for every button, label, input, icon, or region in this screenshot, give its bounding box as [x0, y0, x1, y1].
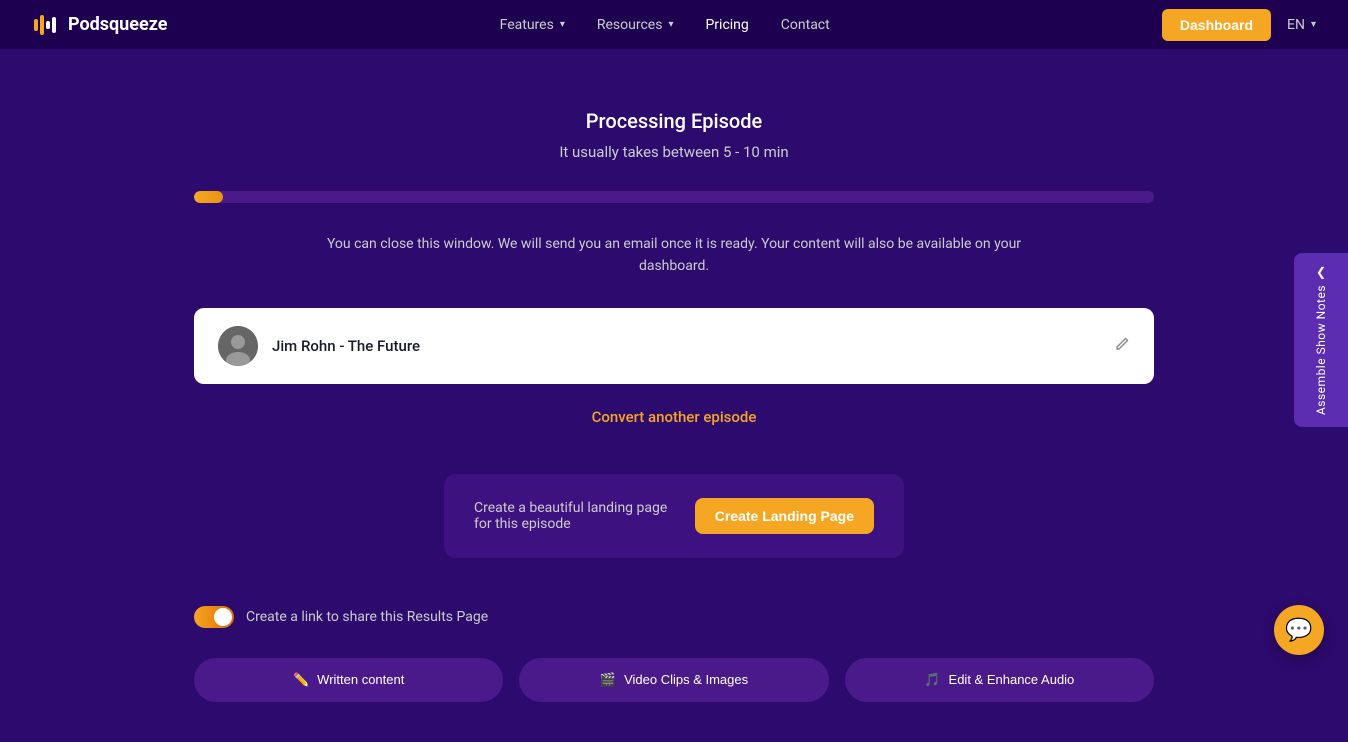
dashboard-button[interactable]: Dashboard	[1162, 9, 1271, 41]
nav-contact[interactable]: Contact	[781, 17, 830, 33]
share-row: Create a link to share this Results Page	[194, 606, 1154, 628]
language-selector[interactable]: EN ▾	[1287, 17, 1316, 33]
chat-icon: 💬	[1285, 618, 1312, 643]
logo-text: Podsqueeze	[68, 14, 167, 35]
edit-audio-button[interactable]: 🎵 Edit & Enhance Audio	[845, 658, 1154, 702]
video-clips-button[interactable]: 🎬 Video Clips & Images	[519, 658, 828, 702]
chat-button[interactable]: 💬	[1274, 605, 1324, 655]
logo[interactable]: Podsqueeze	[32, 11, 167, 39]
side-panel-label: Assemble Show Notes	[1314, 284, 1328, 414]
logo-icon	[32, 11, 60, 39]
processing-title: Processing Episode	[586, 109, 762, 133]
toggle-knob	[214, 608, 232, 626]
convert-link[interactable]: Convert another episode	[592, 408, 757, 426]
nav-pricing[interactable]: Pricing	[705, 17, 748, 33]
lang-chevron-icon: ▾	[1311, 19, 1316, 30]
side-chevron-icon: ❮	[1316, 264, 1326, 278]
bottom-buttons: ✏️ Written content 🎬 Video Clips & Image…	[194, 658, 1154, 702]
written-content-button[interactable]: ✏️ Written content	[194, 658, 503, 702]
video-icon: 🎬	[600, 672, 616, 688]
episode-name: Jim Rohn - The Future	[272, 337, 1100, 355]
nav-right: Dashboard EN ▾	[1162, 9, 1316, 41]
processing-subtitle: It usually takes between 5 - 10 min	[559, 143, 788, 161]
share-toggle[interactable]	[194, 606, 234, 628]
nav-resources[interactable]: Resources ▾	[597, 17, 674, 33]
navbar: Podsqueeze Features ▾ Resources ▾ Pricin…	[0, 0, 1348, 49]
episode-card: Jim Rohn - The Future	[194, 308, 1154, 384]
main-content: Processing Episode It usually takes betw…	[0, 49, 1348, 742]
chevron-down-icon: ▾	[668, 19, 673, 30]
chevron-down-icon: ▾	[560, 19, 565, 30]
written-icon: ✏️	[293, 672, 309, 688]
create-landing-page-button[interactable]: Create Landing Page	[695, 498, 874, 534]
avatar	[218, 326, 258, 366]
share-label: Create a link to share this Results Page	[246, 609, 488, 625]
landing-page-text: Create a beautiful landing page for this…	[474, 500, 675, 532]
edit-icon[interactable]	[1114, 336, 1130, 356]
landing-page-box: Create a beautiful landing page for this…	[444, 474, 904, 558]
nav-features[interactable]: Features ▾	[500, 17, 565, 33]
info-text: You can close this window. We will send …	[294, 233, 1054, 278]
nav-center: Features ▾ Resources ▾ Pricing Contact	[500, 17, 830, 33]
progress-bar-container	[194, 191, 1154, 203]
audio-icon: 🎵	[924, 672, 940, 688]
progress-bar-fill	[194, 191, 223, 203]
side-panel[interactable]: ❮ Assemble Show Notes	[1294, 252, 1348, 426]
